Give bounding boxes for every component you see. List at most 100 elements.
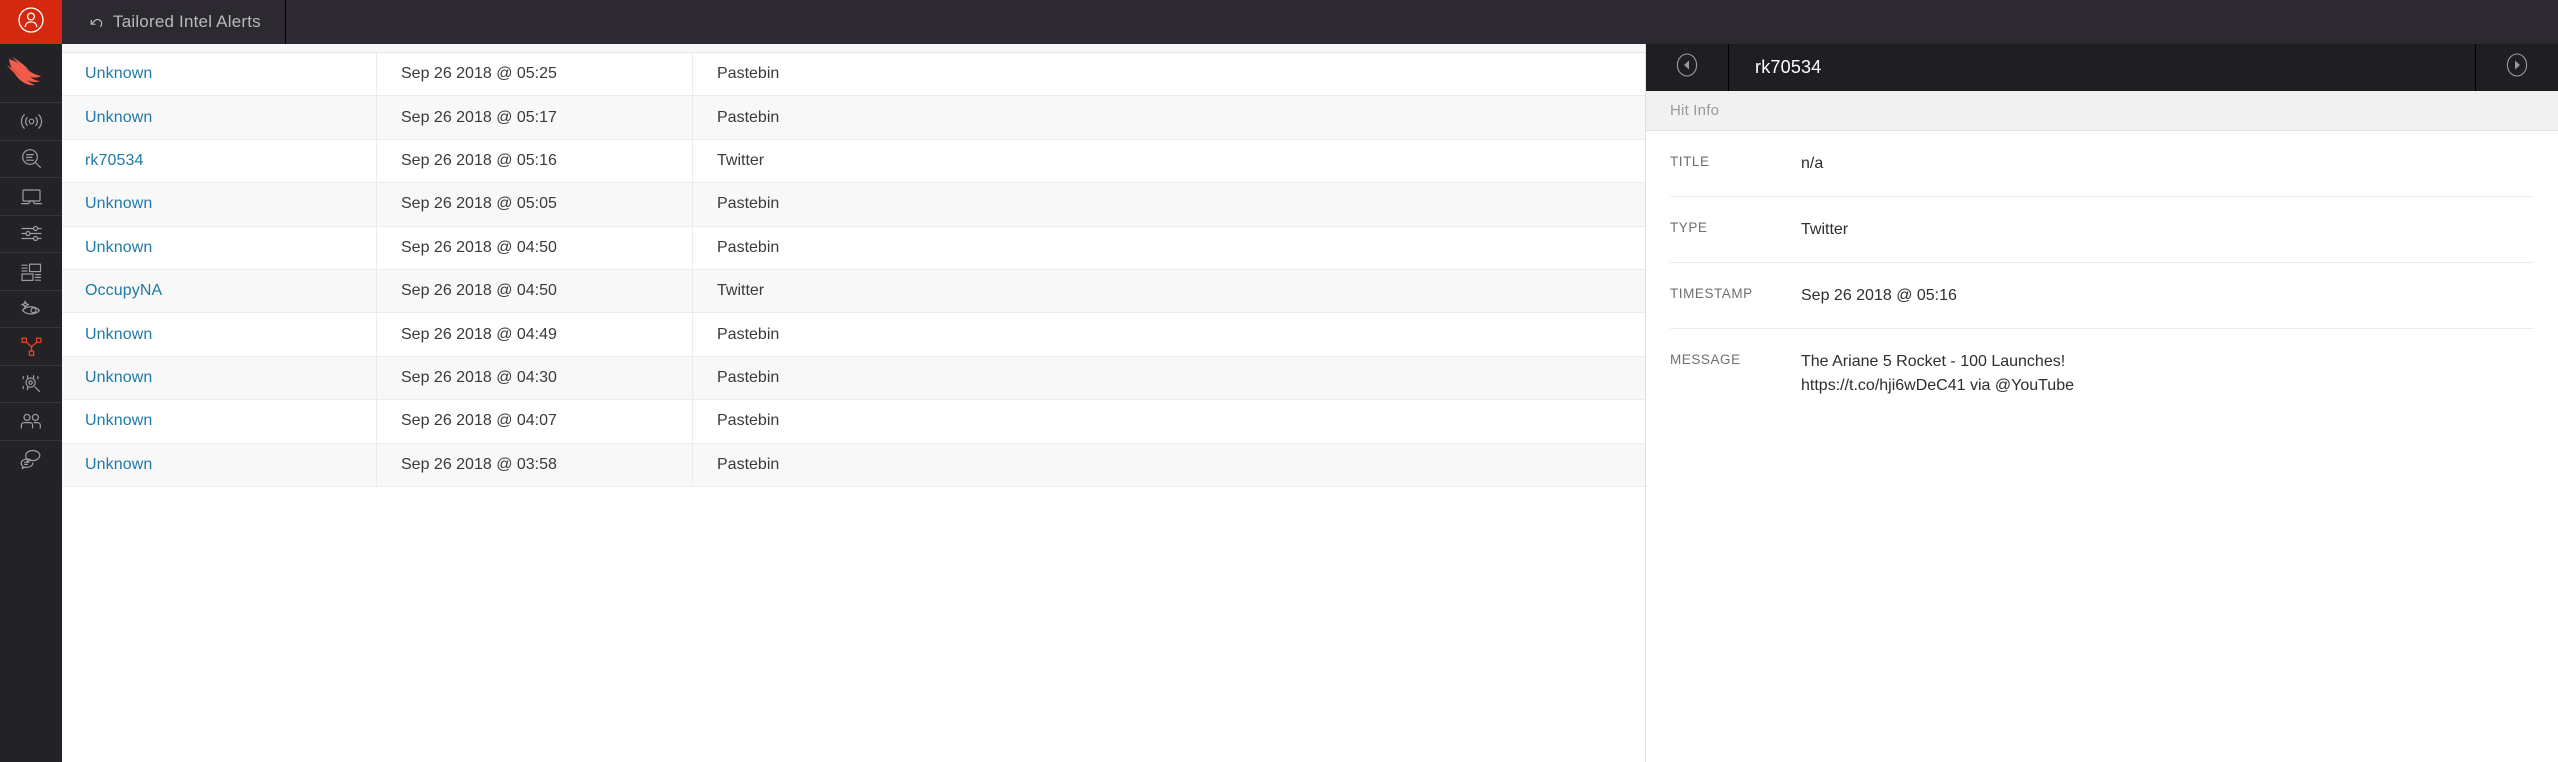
actor-link[interactable]: Unknown <box>85 239 152 257</box>
alerts-table: Unknown Sep 26 2018 @ 05:25 Pastebin Unknow… <box>62 44 1645 762</box>
left-nav-rail <box>0 0 62 762</box>
actor-link[interactable]: Unknown <box>85 65 152 83</box>
sidebar-item-support[interactable] <box>0 439 62 477</box>
cell-timestamp: Sep 26 2018 @ 04:49 <box>377 312 693 357</box>
cell-source: Pastebin <box>717 65 780 83</box>
app-window: Tailored Intel Alerts Unknown Sep 26 2018… <box>0 0 2558 762</box>
field-label: TIMESTAMP <box>1670 286 1753 301</box>
actor-link[interactable]: rk70534 <box>85 152 144 170</box>
tab-hit-info[interactable]: Hit Info <box>1646 91 1719 131</box>
table-body: Unknown Sep 26 2018 @ 05:25 Pastebin Unknow… <box>62 52 1645 487</box>
sidebar-item-threat-hunting[interactable] <box>0 364 62 402</box>
cell-actor: rk70534 <box>62 139 377 183</box>
table-row[interactable]: Unknown Sep 26 2018 @ 04:49 Pastebin <box>62 312 1645 357</box>
cell-timestamp: Sep 26 2018 @ 04:50 <box>377 226 693 270</box>
user-avatar[interactable] <box>0 0 62 44</box>
graph-nodes-icon <box>19 334 44 359</box>
detail-field: TITLE n/a <box>1670 131 2534 197</box>
sidebar-item-dashboards[interactable] <box>0 252 62 290</box>
cell-timestamp: Sep 26 2018 @ 05:05 <box>377 182 693 227</box>
detail-field: TIMESTAMP Sep 26 2018 @ 05:16 <box>1670 263 2534 329</box>
cell-source: Twitter <box>717 282 765 300</box>
sidebar-item-configuration[interactable] <box>0 214 62 252</box>
dashboard-layout-icon <box>19 259 44 284</box>
cell-timestamp: Sep 26 2018 @ 04:30 <box>377 356 693 400</box>
cell-source: Pastebin <box>717 195 780 213</box>
actor-link[interactable]: Unknown <box>85 326 152 344</box>
search-list-icon <box>19 146 44 171</box>
cell-actor: OccupyNA <box>62 269 377 313</box>
cell-timestamp: Sep 26 2018 @ 03:58 <box>377 443 693 487</box>
sliders-icon <box>19 221 44 246</box>
table-row[interactable]: Unknown Sep 26 2018 @ 05:17 Pastebin <box>62 95 1645 140</box>
cell-timestamp: Sep 26 2018 @ 05:25 <box>377 52 693 96</box>
top-bar: Tailored Intel Alerts <box>62 0 2558 44</box>
cell-actor: Unknown <box>62 356 377 400</box>
crowdstrike-falcon-logo[interactable] <box>0 44 62 102</box>
sidebar-item-intelligence[interactable] <box>0 327 62 365</box>
cell-timestamp: Sep 26 2018 @ 04:07 <box>377 399 693 444</box>
actor-link[interactable]: Unknown <box>85 195 152 213</box>
falcon-logo-icon <box>7 57 41 86</box>
cell-timestamp: Sep 26 2018 @ 04:50 <box>377 269 693 313</box>
field-label: MESSAGE <box>1670 352 1741 367</box>
target-scope-icon <box>19 371 44 396</box>
cell-actor: Unknown <box>62 399 377 444</box>
detail-field: TYPE Twitter <box>1670 197 2534 263</box>
sidebar-item-hosts[interactable] <box>0 177 62 215</box>
actor-link[interactable]: Unknown <box>85 109 152 127</box>
table-row[interactable]: Unknown Sep 26 2018 @ 03:58 Pastebin <box>62 443 1645 487</box>
sidebar-item-activity-monitor[interactable] <box>0 102 62 140</box>
cell-actor: Unknown <box>62 95 377 140</box>
field-value: Sep 26 2018 @ 05:16 <box>1801 287 1957 304</box>
detail-panel-title: rk70534 <box>1755 57 1822 77</box>
next-hit-button[interactable] <box>2475 44 2558 91</box>
users-icon <box>18 409 44 434</box>
sidebar-item-investigate[interactable] <box>0 139 62 177</box>
detail-tabbar: Hit Info <box>1646 91 2558 131</box>
actor-link[interactable]: OccupyNA <box>85 282 162 300</box>
field-value: n/a <box>1801 155 1824 172</box>
table-row[interactable]: Unknown Sep 26 2018 @ 04:50 Pastebin <box>62 226 1645 270</box>
cell-actor: Unknown <box>62 52 377 96</box>
broadcast-icon <box>19 109 44 134</box>
cell-source: Twitter <box>717 151 765 169</box>
table-row[interactable]: Unknown Sep 26 2018 @ 04:07 Pastebin <box>62 399 1645 444</box>
chat-bubbles-icon <box>18 446 44 471</box>
table-row[interactable]: OccupyNA Sep 26 2018 @ 04:50 Twitter <box>62 269 1645 314</box>
breadcrumb[interactable]: Tailored Intel Alerts <box>62 0 286 44</box>
monitor-icon <box>19 184 44 209</box>
detail-panel-header: rk70534 <box>1646 44 2558 91</box>
cell-source: Pastebin <box>717 238 780 256</box>
circle-right-arrow-icon <box>2503 51 2531 84</box>
user-avatar-icon <box>16 5 46 40</box>
actor-link[interactable]: Unknown <box>85 369 152 387</box>
detail-fields: TITLE n/a TYPE Twitter TIMESTAMP Sep 26 2018 … <box>1646 131 2558 762</box>
field-value: Twitter <box>1801 221 1849 238</box>
cell-actor: Unknown <box>62 312 377 357</box>
actor-link[interactable]: Unknown <box>85 456 152 474</box>
cell-source: Pastebin <box>717 325 780 343</box>
cell-timestamp: Sep 26 2018 @ 05:16 <box>377 139 693 183</box>
back-arrow-icon <box>88 14 104 30</box>
content-area: Unknown Sep 26 2018 @ 05:25 Pastebin Unknow… <box>62 44 2558 762</box>
detail-panel: rk70534 Hit Info TITLE n/a TYPE Twitter TIME… <box>1645 44 2558 762</box>
cell-actor: Unknown <box>62 443 377 487</box>
table-row[interactable]: Unknown Sep 26 2018 @ 05:25 Pastebin <box>62 52 1645 97</box>
sidebar-item-users[interactable] <box>0 402 62 440</box>
field-value: The Ariane 5 Rocket - 100 Launches! http… <box>1801 353 2074 394</box>
actor-link[interactable]: Unknown <box>85 412 152 430</box>
sidebar-item-discover[interactable] <box>0 289 62 327</box>
detail-field: MESSAGE The Ariane 5 Rocket - 100 Launche… <box>1670 329 2534 418</box>
breadcrumb-label: Tailored Intel Alerts <box>113 12 261 31</box>
previous-hit-button[interactable] <box>1646 44 1729 91</box>
cell-source: Pastebin <box>717 455 780 473</box>
table-row[interactable]: Unknown Sep 26 2018 @ 05:05 Pastebin <box>62 182 1645 227</box>
eye-sparkle-icon <box>18 296 44 321</box>
table-row[interactable]: Unknown Sep 26 2018 @ 04:30 Pastebin <box>62 356 1645 401</box>
table-row[interactable]: rk70534 Sep 26 2018 @ 05:16 Twitter <box>62 139 1645 184</box>
cell-actor: Unknown <box>62 226 377 270</box>
field-label: TITLE <box>1670 154 1710 169</box>
circle-left-arrow-icon <box>1673 51 1701 84</box>
cell-source: Pastebin <box>717 368 780 386</box>
